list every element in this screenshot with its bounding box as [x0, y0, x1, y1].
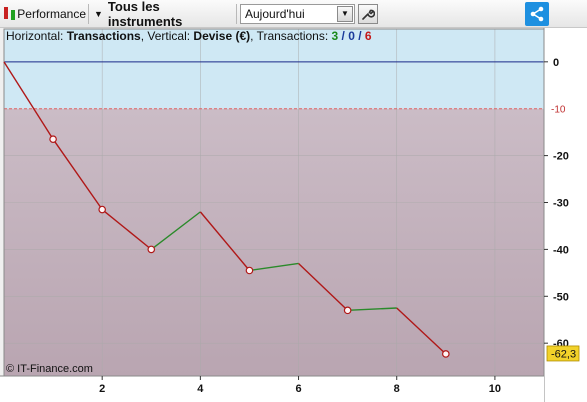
- candlestick-icon: [2, 5, 15, 23]
- toolbar: Performance ▼ Tous les instruments Aujou…: [0, 0, 587, 29]
- last-value-label: -62,3: [551, 348, 576, 360]
- x-tick-label: 8: [394, 383, 400, 395]
- transactions-label: , Transactions:: [250, 29, 332, 43]
- y-tick-label: -40: [553, 244, 569, 256]
- caret-down-icon: ▼: [94, 9, 103, 19]
- x-tick-label: 2: [99, 383, 105, 395]
- settings-button[interactable]: [358, 4, 378, 24]
- instruments-label: Tous les instruments: [107, 0, 183, 29]
- y-tick-label: -30: [553, 198, 569, 210]
- x-tick-label: 10: [489, 383, 501, 395]
- share-icon: [530, 6, 544, 22]
- loss-zone: [4, 108, 544, 376]
- y-tick-label: -50: [553, 291, 569, 303]
- performance-window: Performance ▼ Tous les instruments Aujou…: [0, 0, 587, 402]
- data-point: [49, 135, 57, 143]
- chart-header: Horizontal: Transactions, Vertical: Devi…: [6, 29, 372, 43]
- losing-count: 6: [364, 29, 372, 43]
- x-tick-label: 6: [295, 383, 301, 395]
- data-point: [98, 205, 106, 214]
- wrench-icon: [362, 9, 375, 20]
- threshold-label: -10: [551, 105, 566, 116]
- data-point: [147, 245, 156, 254]
- chart-canvas: 0-20-30-40-50-60-10-62,32 4 6 8 10: [0, 28, 587, 402]
- y-tick-label: 0: [553, 57, 559, 69]
- period-select[interactable]: Aujourd'hui ▼: [240, 4, 355, 24]
- x-tick-label: 4: [197, 383, 204, 395]
- vertical-label: , Vertical:: [140, 29, 194, 43]
- performance-label: Performance: [17, 7, 86, 21]
- count-separator: /: [338, 29, 349, 43]
- share-button[interactable]: [525, 2, 549, 26]
- y-tick-label: -20: [553, 151, 569, 163]
- vertical-value: Devise (€): [193, 29, 251, 43]
- data-point: [245, 266, 254, 275]
- horizontal-value: Transactions: [66, 29, 141, 43]
- neutral-count: 0: [348, 29, 355, 43]
- chevron-down-icon[interactable]: ▼: [337, 6, 353, 22]
- toolbar-divider: [236, 4, 237, 24]
- horizontal-label: Horizontal:: [6, 29, 67, 43]
- performance-button[interactable]: Performance: [2, 3, 86, 25]
- equity-chart[interactable]: 0 -20 -30 -40 -50 -60 -10 -62,3 2 4 6 8 10 Horizonta…: [0, 28, 587, 402]
- data-point: [343, 306, 352, 315]
- period-value: Aujourd'hui: [245, 7, 305, 21]
- instruments-dropdown[interactable]: ▼ Tous les instruments: [94, 0, 234, 29]
- watermark: © IT-Finance.com: [6, 363, 93, 375]
- count-separator: /: [354, 29, 365, 43]
- toolbar-divider: [88, 4, 89, 24]
- data-point: [442, 350, 450, 358]
- x-axis-strip: [0, 376, 544, 402]
